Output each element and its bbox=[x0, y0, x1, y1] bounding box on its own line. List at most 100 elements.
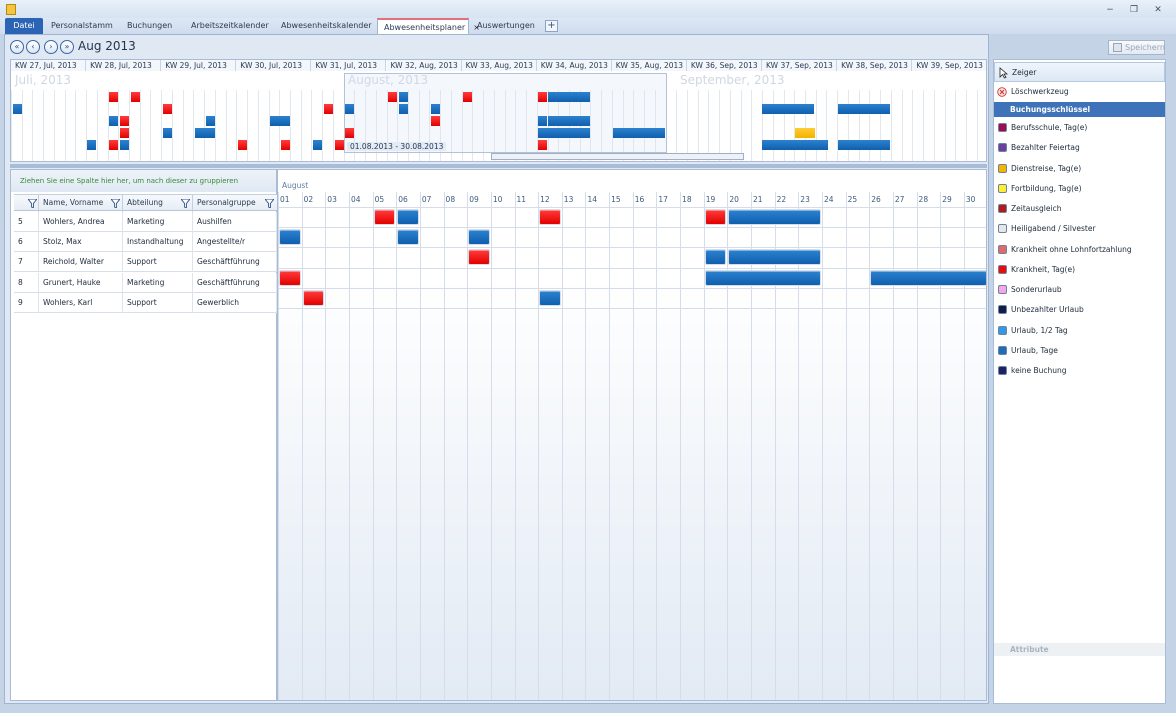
eraser-tool[interactable]: Löschwerkzeug bbox=[994, 82, 1165, 102]
overview-booking-bar[interactable] bbox=[120, 128, 129, 138]
booking-bar[interactable] bbox=[397, 209, 419, 225]
booking-key-item[interactable]: Sonderurlaub bbox=[994, 280, 1165, 300]
filter-icon[interactable] bbox=[28, 199, 37, 208]
overview-booking-bar[interactable] bbox=[109, 116, 118, 126]
overview-booking-bar[interactable] bbox=[281, 140, 290, 150]
booking-bar[interactable] bbox=[468, 229, 490, 246]
booking-key-item[interactable]: Krankheit, Tag(e) bbox=[994, 260, 1165, 280]
table-row[interactable]: 9 Wohlers, Karl Support Gewerblich bbox=[14, 292, 277, 313]
overview-booking-bar[interactable] bbox=[206, 116, 215, 126]
overview-booking-bar[interactable] bbox=[109, 92, 118, 102]
overview-booking-bar[interactable] bbox=[838, 104, 890, 114]
tab-buchungen[interactable]: Buchungen bbox=[121, 18, 178, 34]
overview-booking-bar[interactable] bbox=[762, 140, 828, 150]
overview-booking-bar[interactable] bbox=[538, 140, 547, 150]
tab-abwesenheitskalender[interactable]: Abwesenheitskalender bbox=[275, 18, 378, 34]
overview-booking-bar[interactable] bbox=[87, 140, 96, 150]
overview-booking-bar[interactable] bbox=[13, 104, 22, 114]
overview-booking-bar[interactable] bbox=[548, 92, 590, 102]
overview-booking-bar[interactable] bbox=[270, 116, 290, 126]
booking-key-item[interactable]: Bezahlter Feiertag bbox=[994, 138, 1165, 158]
overview-booking-bar[interactable] bbox=[762, 104, 814, 114]
overview-booking-bar[interactable] bbox=[538, 128, 590, 138]
overview-booking-bar[interactable] bbox=[388, 92, 397, 102]
overview-booking-bar[interactable] bbox=[324, 104, 333, 114]
overview-booking-bar[interactable] bbox=[345, 128, 354, 138]
header-group[interactable]: Personalgruppe bbox=[193, 195, 277, 212]
overview-booking-bar[interactable] bbox=[431, 104, 440, 114]
booking-key-item[interactable]: Unbezahlter Urlaub bbox=[994, 300, 1165, 320]
overview-booking-bar[interactable] bbox=[238, 140, 247, 150]
filter-icon[interactable] bbox=[265, 199, 274, 208]
overview-booking-bar[interactable] bbox=[120, 116, 129, 126]
booking-bar[interactable] bbox=[397, 229, 419, 246]
prev-button[interactable]: ‹ bbox=[26, 40, 40, 54]
overview-booking-bar[interactable] bbox=[131, 92, 140, 102]
booking-key-item[interactable]: Dienstreise, Tag(e) bbox=[994, 159, 1165, 179]
booking-key-item[interactable]: Berufsschule, Tag(e) bbox=[994, 118, 1165, 138]
filter-icon[interactable] bbox=[111, 199, 120, 208]
booking-bar[interactable] bbox=[704, 269, 821, 286]
overview-booking-bar[interactable] bbox=[538, 116, 547, 126]
tab-abwesenheitsplaner[interactable]: Abwesenheitsplaner × bbox=[377, 18, 480, 34]
tab-datei[interactable]: Datei bbox=[5, 18, 43, 34]
save-button[interactable]: Speichern bbox=[1108, 40, 1165, 55]
booking-bar[interactable] bbox=[728, 249, 821, 266]
filter-icon[interactable] bbox=[181, 199, 190, 208]
splitter[interactable] bbox=[10, 164, 987, 168]
group-panel-hint[interactable]: Ziehen Sie eine Spalte hier her, um nach… bbox=[11, 170, 276, 192]
overview-booking-bar[interactable] bbox=[163, 104, 172, 114]
table-row[interactable]: 8 Grunert, Hauke Marketing Geschäftführung bbox=[14, 272, 277, 293]
overview-booking-bar[interactable] bbox=[335, 140, 344, 150]
tab-auswertungen[interactable]: Auswertungen bbox=[471, 18, 541, 34]
first-page-button[interactable]: « bbox=[10, 40, 24, 54]
header-name[interactable]: Name, Vorname bbox=[39, 195, 123, 212]
overview-booking-bar[interactable] bbox=[463, 92, 472, 102]
overview-booking-bar[interactable] bbox=[120, 140, 129, 150]
booking-bar[interactable] bbox=[468, 249, 490, 266]
overview-booking-bar[interactable] bbox=[109, 140, 118, 150]
booking-key-item[interactable]: Zeitausgleich bbox=[994, 199, 1165, 219]
last-page-button[interactable]: » bbox=[60, 40, 74, 54]
tab-arbeitszeitkalender[interactable]: Arbeitszeitkalender bbox=[185, 18, 275, 34]
table-row[interactable]: 5 Wohlers, Andrea Marketing Aushilfen bbox=[14, 212, 277, 232]
overview-booking-bar[interactable] bbox=[538, 92, 547, 102]
booking-bar[interactable] bbox=[302, 289, 325, 306]
overview-booking-bar[interactable] bbox=[163, 128, 172, 138]
overview-booking-bar[interactable] bbox=[195, 128, 215, 138]
booking-key-item[interactable]: keine Buchung bbox=[994, 361, 1165, 381]
tab-personalstamm[interactable]: Personalstamm bbox=[45, 18, 119, 34]
table-row[interactable]: 7 Reichold, Walter Support Geschäftführung bbox=[14, 252, 277, 273]
header-department[interactable]: Abteilung bbox=[123, 195, 193, 212]
booking-key-item[interactable]: Urlaub, Tage bbox=[994, 341, 1165, 361]
booking-bar[interactable] bbox=[279, 269, 301, 286]
close-window-button[interactable]: ✕ bbox=[1151, 5, 1165, 15]
add-tab-button[interactable]: + bbox=[545, 20, 558, 32]
restore-button[interactable]: ❐ bbox=[1127, 5, 1141, 15]
pointer-tool[interactable]: Zeiger bbox=[994, 62, 1165, 82]
next-button[interactable]: › bbox=[44, 40, 58, 54]
booking-bar[interactable] bbox=[539, 209, 561, 225]
visible-range-selector[interactable] bbox=[344, 73, 667, 153]
overview-booking-bar[interactable] bbox=[613, 128, 665, 138]
overview-booking-bar[interactable] bbox=[399, 104, 408, 114]
booking-key-item[interactable]: Fortbildung, Tag(e) bbox=[994, 179, 1165, 199]
overview-booking-bar[interactable] bbox=[313, 140, 322, 150]
overview-booking-bar[interactable] bbox=[548, 116, 590, 126]
booking-bar[interactable] bbox=[728, 209, 821, 225]
booking-key-item[interactable]: Krankheit ohne Lohnfortzahlung bbox=[994, 240, 1165, 260]
booking-bar[interactable] bbox=[279, 229, 301, 246]
booking-bar[interactable] bbox=[373, 209, 396, 225]
booking-bar[interactable] bbox=[704, 249, 727, 266]
table-row[interactable]: 6 Stolz, Max Instandhaltung Angestellte/r bbox=[14, 232, 277, 253]
overview-scrollbar[interactable] bbox=[491, 153, 744, 160]
booking-bar[interactable] bbox=[539, 289, 561, 306]
overview-booking-bar[interactable] bbox=[399, 92, 408, 102]
overview-booking-bar[interactable] bbox=[431, 116, 440, 126]
booking-bar[interactable] bbox=[870, 269, 986, 286]
overview-booking-bar[interactable] bbox=[838, 140, 890, 150]
overview-timeline[interactable]: KW 27, Jul, 2013 KW 28, Jul, 2013 KW 29, J… bbox=[10, 59, 987, 162]
minimize-button[interactable]: − bbox=[1103, 5, 1117, 15]
booking-bar[interactable] bbox=[704, 209, 727, 225]
booking-key-item[interactable]: Heiligabend / Silvester bbox=[994, 219, 1165, 239]
